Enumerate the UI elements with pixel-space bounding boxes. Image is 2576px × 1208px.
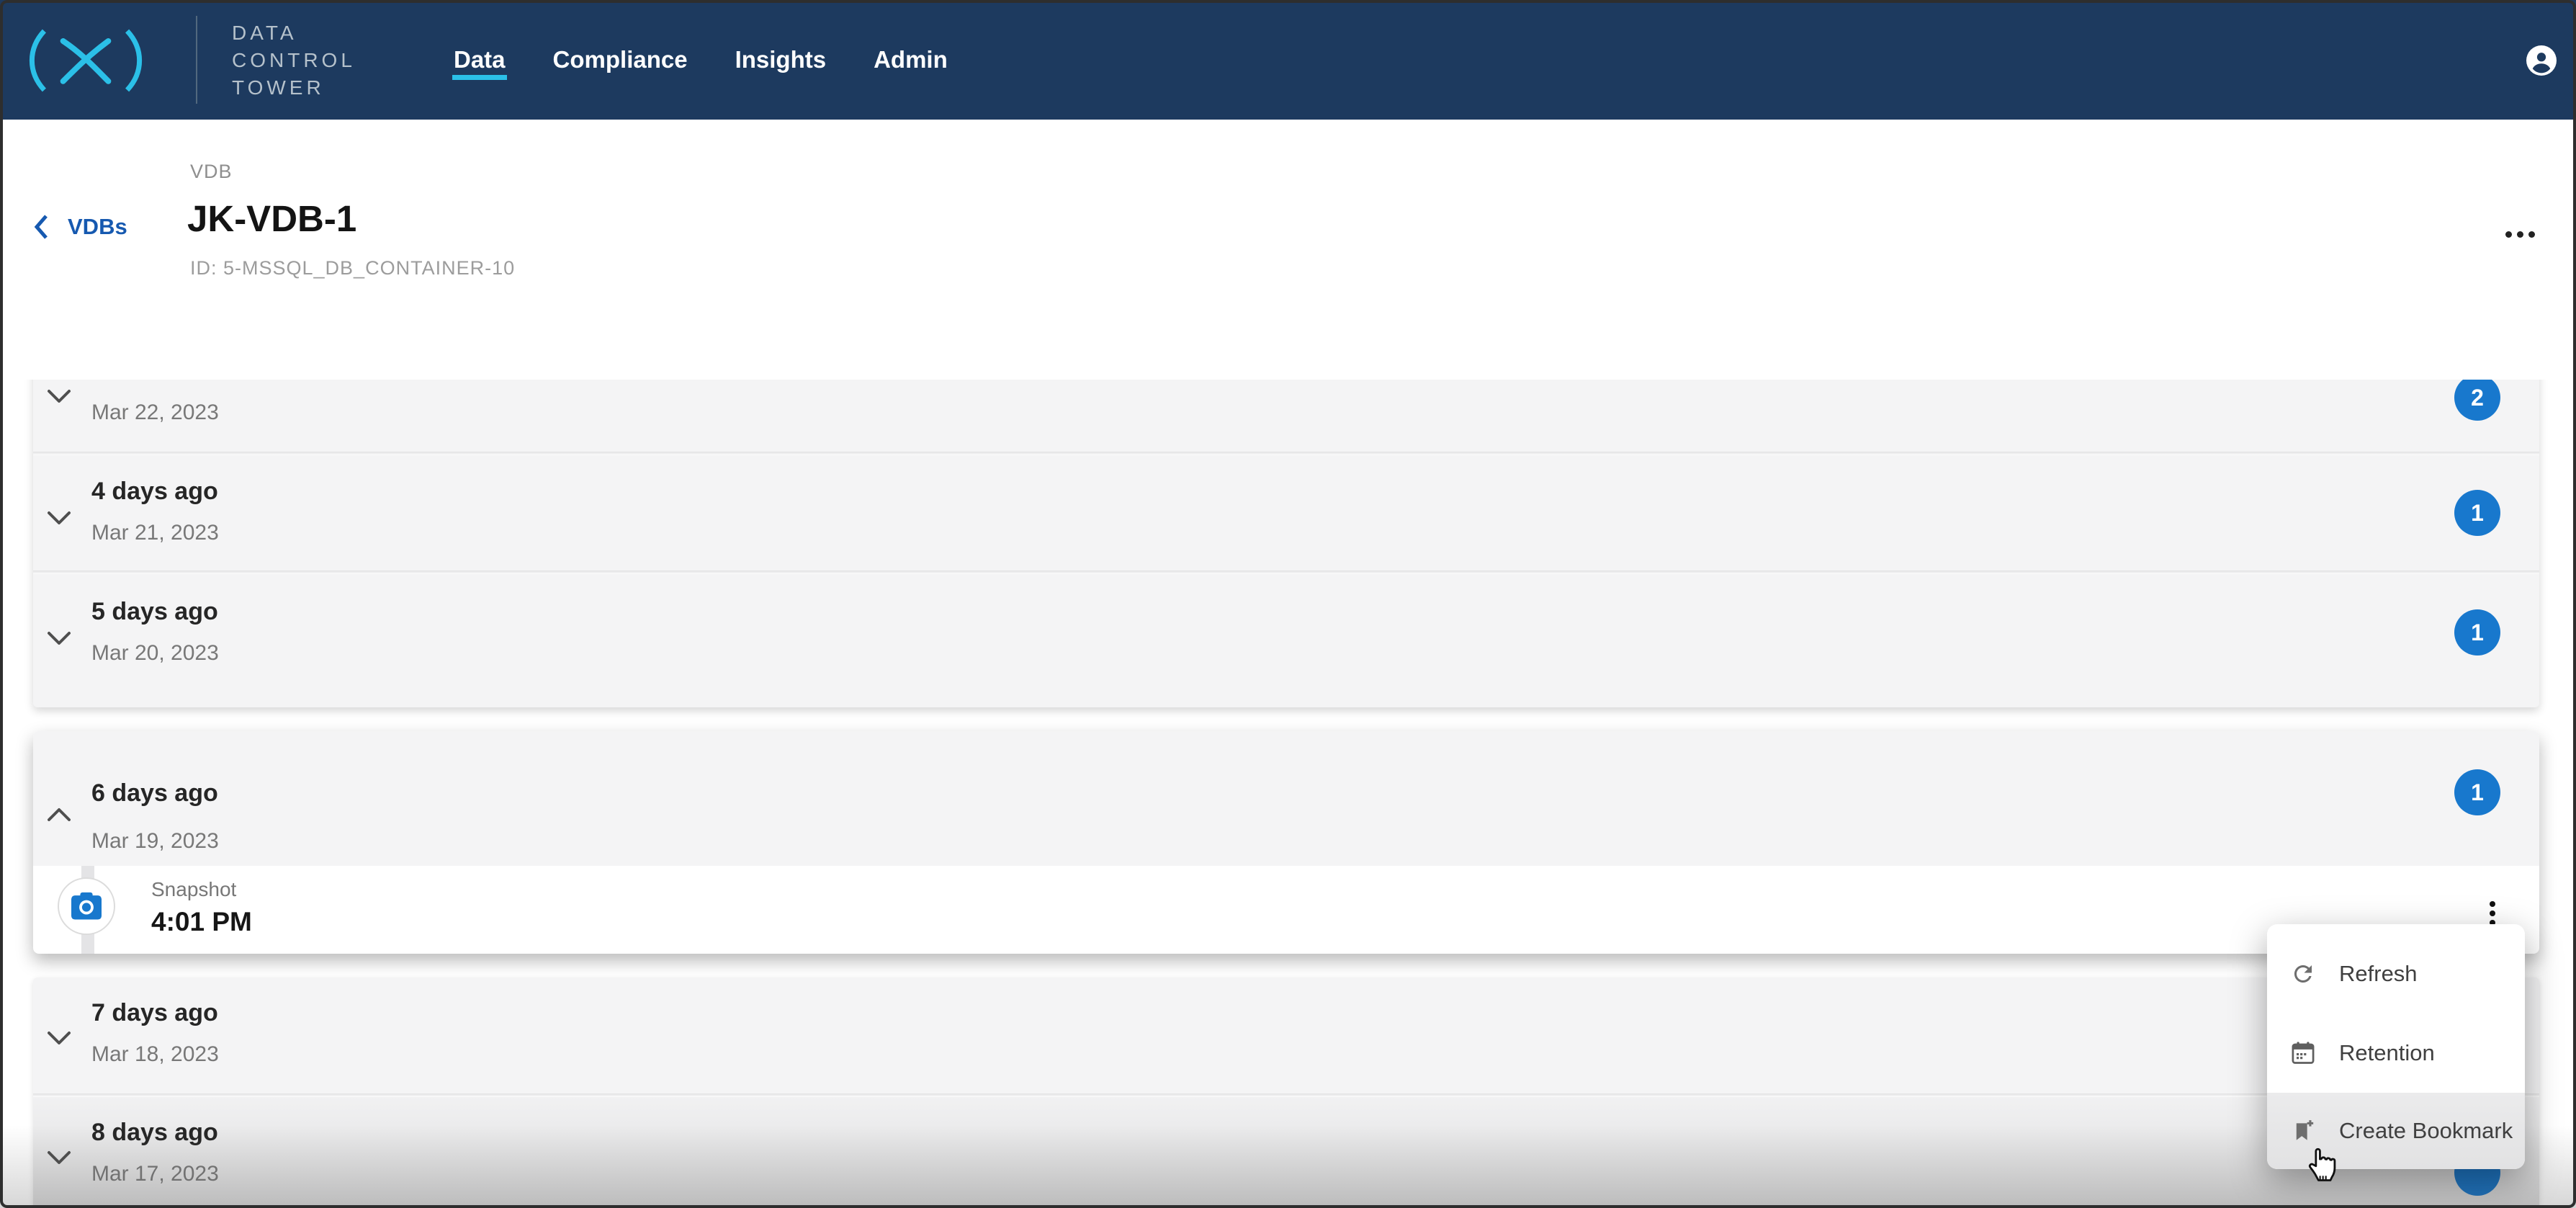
group-date: Mar 20, 2023 <box>91 640 219 667</box>
logo-icon <box>22 26 150 95</box>
snapshot-event-marker <box>58 877 115 935</box>
row-background <box>33 1097 2539 1208</box>
brand-line: CONTROL <box>232 47 356 74</box>
event-count-badge: 2 <box>2454 380 2500 421</box>
event-count-badge: 1 <box>2454 490 2500 536</box>
chevron-down-icon[interactable] <box>46 1029 72 1047</box>
chevron-down-icon[interactable] <box>46 1149 72 1166</box>
account-circle-icon[interactable] <box>2526 45 2557 76</box>
event-time: 4:01 PM <box>151 906 252 938</box>
page-title: JK-VDB-1 <box>187 197 356 240</box>
group-date: Mar 21, 2023 <box>91 519 219 547</box>
entity-id: ID: 5-MSSQL_DB_CONTAINER-10 <box>190 257 515 279</box>
row-divider <box>33 571 2539 574</box>
timeline-group-card: 3 days ago Mar 22, 2023 2 4 days ago Mar… <box>33 380 2539 707</box>
chevron-down-icon[interactable] <box>46 630 72 647</box>
event-count-badge: 1 <box>2454 609 2500 656</box>
event-count-badge: 1 <box>2454 769 2500 815</box>
brand-line: TOWER <box>232 74 356 102</box>
event-type-label: Snapshot <box>151 877 236 902</box>
group-date: Mar 18, 2023 <box>91 1041 219 1068</box>
group-relative-time: 6 days ago <box>91 779 218 807</box>
brand-text: DATA CONTROL TOWER <box>232 19 356 102</box>
menu-item-label: Refresh <box>2339 961 2418 987</box>
chevron-left-icon <box>33 214 49 240</box>
brand-divider <box>196 16 197 104</box>
timeline-group-card: 7 days ago Mar 18, 2023 8 days ago Mar 1… <box>33 977 2539 1208</box>
group-relative-time: 7 days ago <box>91 998 218 1027</box>
event-context-menu: Refresh Retention Create Bookmark <box>2267 924 2525 1169</box>
group-relative-time: 5 days ago <box>91 597 218 626</box>
group-date: Mar 19, 2023 <box>91 828 219 855</box>
refresh-icon <box>2289 959 2317 988</box>
camera-icon <box>70 891 103 921</box>
group-date: Mar 17, 2023 <box>91 1160 219 1188</box>
menu-item-retention[interactable]: Retention <box>2267 1014 2525 1093</box>
group-date: Mar 22, 2023 <box>91 399 219 426</box>
delphix-parens-x-logo[interactable] <box>22 26 150 95</box>
menu-item-label: Create Bookmark <box>2339 1118 2513 1144</box>
group-header[interactable] <box>33 731 2539 866</box>
nav-item-admin[interactable]: Admin <box>874 0 948 120</box>
menu-item-create-bookmark[interactable]: Create Bookmark <box>2267 1093 2525 1169</box>
more-horizontal-icon[interactable] <box>2496 216 2544 252</box>
entity-type-label: VDB <box>190 161 233 183</box>
retention-calendar-icon <box>2289 1039 2317 1068</box>
chevron-down-icon[interactable] <box>46 509 72 527</box>
tab-bar: Overview Active Timeline Timeline Histor… <box>0 310 2576 380</box>
nav-item-data[interactable]: Data <box>454 0 506 120</box>
group-relative-time: 4 days ago <box>91 477 218 506</box>
nav-item-compliance[interactable]: Compliance <box>553 0 688 120</box>
group-relative-time: 8 days ago <box>91 1118 218 1147</box>
chevron-down-icon[interactable] <box>46 388 72 405</box>
nav-item-insights[interactable]: Insights <box>735 0 827 120</box>
menu-item-refresh[interactable]: Refresh <box>2267 936 2525 1012</box>
menu-item-label: Retention <box>2339 1040 2435 1066</box>
chevron-up-icon[interactable] <box>46 806 72 823</box>
top-navbar: DATA CONTROL TOWER Data Compliance Insig… <box>0 0 2576 120</box>
row-divider <box>33 452 2539 455</box>
timeline-group-card-expanded: 6 days ago Mar 19, 2023 1 Snapshot 4:01 … <box>33 731 2539 954</box>
back-to-vdbs-link[interactable]: VDBs <box>33 214 127 240</box>
active-timeline-list: 3 days ago Mar 22, 2023 2 4 days ago Mar… <box>0 380 2576 1208</box>
create-bookmark-icon <box>2289 1117 2317 1145</box>
brand-line: DATA <box>232 19 356 47</box>
back-link-label: VDBs <box>68 214 127 240</box>
primary-nav: Data Compliance Insights Admin <box>454 0 948 120</box>
